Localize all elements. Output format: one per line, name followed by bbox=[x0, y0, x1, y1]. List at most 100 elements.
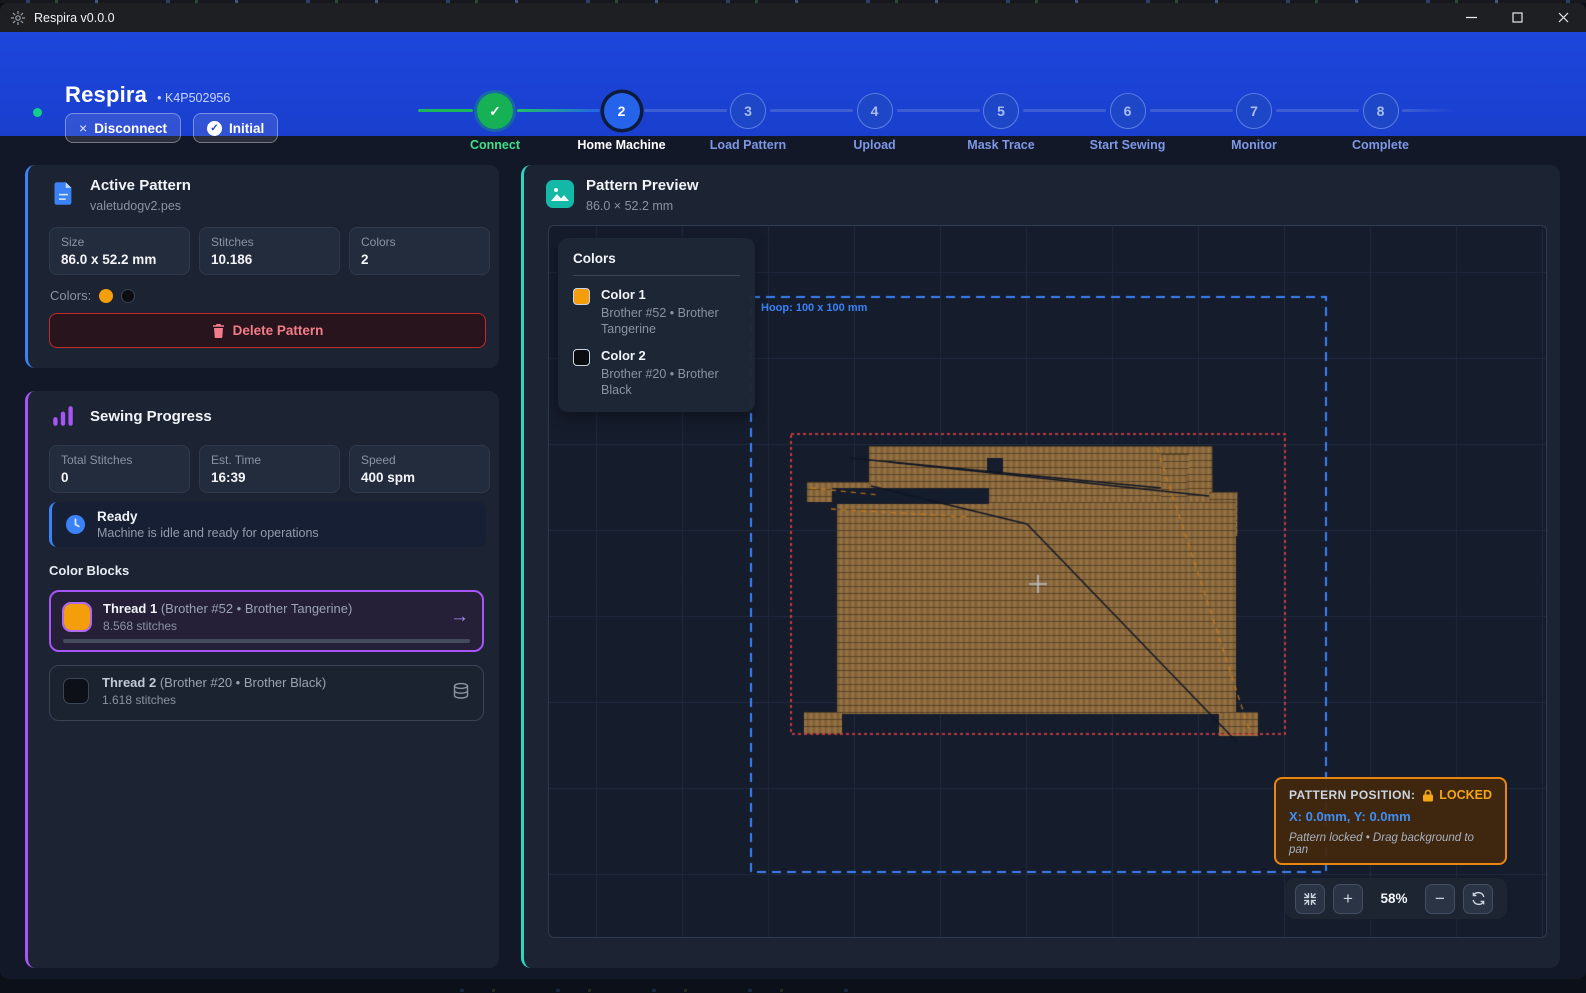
disconnect-button[interactable]: × Disconnect bbox=[65, 113, 181, 143]
thread-detail: (Brother #20 • Brother Black) bbox=[160, 675, 326, 690]
locked-badge: LOCKED bbox=[1439, 788, 1492, 802]
stat-speed: Speed 400 spm bbox=[349, 445, 490, 493]
pattern-lock-hint: Pattern locked • Drag background to pan bbox=[1289, 832, 1492, 856]
colors-legend: Colors Color 1 Brother #52 • Brother Tan… bbox=[558, 238, 755, 412]
trash-icon bbox=[212, 324, 225, 338]
step-label: Load Pattern bbox=[685, 138, 811, 152]
pattern-filename: valetudogv2.pes bbox=[90, 199, 191, 213]
legend-swatch-1 bbox=[573, 288, 590, 305]
legend-color-name: Color 1 bbox=[601, 287, 740, 302]
pattern-position-label: PATTERN POSITION: bbox=[1289, 788, 1415, 802]
initial-label: Initial bbox=[229, 121, 264, 136]
file-icon bbox=[50, 180, 77, 207]
legend-color-desc: Brother #52 • Brother Tangerine bbox=[601, 306, 740, 337]
pattern-position-overlay: PATTERN POSITION: LOCKED X: 0.0mm, Y: 0.… bbox=[1274, 777, 1507, 865]
thread-name: Thread 1 bbox=[103, 601, 157, 616]
step-complete[interactable]: 8 Complete bbox=[1318, 76, 1444, 152]
reset-view-button[interactable] bbox=[1463, 884, 1493, 914]
pattern-preview-card: Pattern Preview 86.0 × 52.2 mm Hoop: 100… bbox=[521, 165, 1560, 968]
stat-est-time: Est. Time 16:39 bbox=[199, 445, 340, 493]
layers-icon bbox=[452, 682, 470, 700]
minimize-button[interactable] bbox=[1448, 3, 1494, 32]
status-desc: Machine is idle and ready for operations bbox=[97, 526, 319, 540]
lock-icon bbox=[1422, 789, 1434, 802]
pattern-dimensions: 86.0 × 52.2 mm bbox=[586, 199, 699, 213]
machine-serial: • K4P502956 bbox=[157, 91, 230, 105]
thread-2-swatch bbox=[63, 678, 89, 704]
image-icon bbox=[546, 180, 573, 207]
stat-label: Est. Time bbox=[211, 453, 328, 467]
status-title: Ready bbox=[97, 509, 319, 524]
clock-icon bbox=[65, 514, 86, 535]
stat-size: Size 86.0 x 52.2 mm bbox=[49, 227, 190, 275]
background-window-bottom-sliver bbox=[0, 979, 1586, 993]
disconnect-label: Disconnect bbox=[94, 121, 167, 136]
machine-status-banner: Ready Machine is idle and ready for oper… bbox=[49, 502, 486, 547]
preview-canvas-area[interactable]: Hoop: 100 x 100 mm Colors Color 1 Brothe… bbox=[548, 225, 1547, 938]
step-mask-trace[interactable]: 5 Mask Trace bbox=[938, 76, 1064, 152]
stat-value: 400 spm bbox=[361, 470, 478, 485]
sewing-progress-card: Sewing Progress Total Stitches 0 Est. Ti… bbox=[25, 391, 499, 968]
step-number: 8 bbox=[1363, 93, 1399, 129]
arrow-right-icon: → bbox=[450, 606, 469, 628]
stat-label: Speed bbox=[361, 453, 478, 467]
wizard-stepper: ✓ Connect 2 Home Machine 3 Load Pattern … bbox=[432, 76, 1444, 152]
thread-2-block[interactable]: Thread 2 (Brother #20 • Brother Black) 1… bbox=[49, 665, 484, 721]
stat-label: Colors bbox=[361, 235, 478, 249]
stat-value: 10.186 bbox=[211, 252, 328, 267]
stat-total-stitches: Total Stitches 0 bbox=[49, 445, 190, 493]
stat-colors: Colors 2 bbox=[349, 227, 490, 275]
thread-1-block[interactable]: Thread 1 (Brother #52 • Brother Tangerin… bbox=[49, 590, 484, 652]
step-check-icon: ✓ bbox=[477, 93, 513, 129]
step-connect[interactable]: ✓ Connect bbox=[432, 76, 558, 152]
stat-value: 86.0 x 52.2 mm bbox=[61, 252, 178, 267]
step-number: 2 bbox=[604, 93, 640, 129]
sewing-progress-title: Sewing Progress bbox=[90, 408, 212, 425]
screen: Respira v0.0.0 Respira • K4P502956 bbox=[0, 0, 1586, 993]
colors-label: Colors: bbox=[50, 288, 91, 303]
stat-value: 16:39 bbox=[211, 470, 328, 485]
legend-color-desc: Brother #20 • Brother Black bbox=[601, 367, 740, 398]
step-label: Mask Trace bbox=[938, 138, 1064, 152]
step-number: 3 bbox=[730, 93, 766, 129]
thread-1-progress-bar bbox=[63, 639, 470, 643]
stat-label: Size bbox=[61, 235, 178, 249]
legend-color-name: Color 2 bbox=[601, 348, 740, 363]
step-label: Complete bbox=[1318, 138, 1444, 152]
step-number: 6 bbox=[1110, 93, 1146, 129]
fit-to-screen-button[interactable] bbox=[1295, 884, 1325, 914]
color-dot-orange bbox=[99, 289, 113, 303]
stat-stitches: Stitches 10.186 bbox=[199, 227, 340, 275]
zoom-out-button[interactable]: − bbox=[1425, 884, 1455, 914]
zoom-toolbar: + 58% − bbox=[1285, 878, 1507, 919]
close-button[interactable] bbox=[1540, 3, 1586, 32]
step-monitor[interactable]: 7 Monitor bbox=[1191, 76, 1317, 152]
maximize-button[interactable] bbox=[1494, 3, 1540, 32]
legend-item-color-2: Color 2 Brother #20 • Brother Black bbox=[573, 348, 740, 398]
app-header: Respira • K4P502956 × Disconnect ✓ Initi… bbox=[0, 32, 1586, 136]
step-start-sewing[interactable]: 6 Start Sewing bbox=[1065, 76, 1191, 152]
step-upload[interactable]: 4 Upload bbox=[812, 76, 938, 152]
app-name: Respira bbox=[65, 82, 147, 108]
step-label: Upload bbox=[812, 138, 938, 152]
legend-item-color-1: Color 1 Brother #52 • Brother Tangerine bbox=[573, 287, 740, 337]
thread-stitch-count: 8.568 stitches bbox=[103, 619, 352, 633]
app-logo-icon bbox=[10, 10, 26, 26]
zoom-in-button[interactable]: + bbox=[1333, 884, 1363, 914]
stat-value: 2 bbox=[361, 252, 478, 267]
pattern-coordinates: X: 0.0mm, Y: 0.0mm bbox=[1289, 809, 1492, 824]
delete-pattern-button[interactable]: Delete Pattern bbox=[49, 313, 486, 348]
titlebar[interactable]: Respira v0.0.0 bbox=[0, 3, 1586, 32]
step-label: Connect bbox=[432, 138, 558, 152]
active-pattern-title: Active Pattern bbox=[90, 177, 191, 194]
step-load-pattern[interactable]: 3 Load Pattern bbox=[685, 76, 811, 152]
connection-status-dot bbox=[33, 108, 42, 117]
step-number: 5 bbox=[983, 93, 1019, 129]
step-home-machine[interactable]: 2 Home Machine bbox=[559, 76, 685, 152]
step-number: 7 bbox=[1236, 93, 1272, 129]
initial-button[interactable]: ✓ Initial bbox=[193, 113, 278, 143]
legend-title: Colors bbox=[573, 251, 740, 276]
step-label: Start Sewing bbox=[1065, 138, 1191, 152]
step-label: Home Machine bbox=[559, 138, 685, 152]
x-icon: × bbox=[79, 120, 87, 136]
